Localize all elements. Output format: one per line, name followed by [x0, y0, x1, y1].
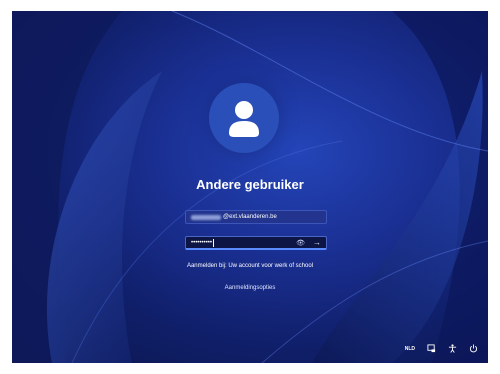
email-domain: @ext.vlaanderen.be	[223, 214, 277, 220]
accessibility-icon[interactable]	[448, 344, 457, 353]
user-avatar	[209, 83, 279, 153]
arrow-right-icon[interactable]: →	[313, 238, 321, 247]
person-icon	[229, 101, 259, 137]
signin-hint: Aanmelden bij: Uw account voor werk of s…	[186, 263, 314, 269]
user-display-name: Andere gebruiker	[196, 177, 304, 192]
eye-icon[interactable]: 👁	[296, 239, 305, 247]
password-mask: ••••••••••	[191, 239, 213, 246]
language-indicator[interactable]: NLD	[405, 346, 415, 352]
text-caret	[213, 238, 215, 247]
network-icon[interactable]	[427, 344, 436, 353]
sign-in-options-link[interactable]: Aanmeldingsopties	[152, 285, 348, 291]
power-icon[interactable]	[469, 344, 478, 353]
system-tray: NLD	[405, 344, 478, 353]
password-field[interactable]: •••••••••• 👁 →	[185, 236, 327, 250]
email-field[interactable]: @ext.vlaanderen.be	[185, 210, 327, 224]
redacted-username	[191, 214, 221, 220]
lock-screen: Andere gebruiker @ext.vlaanderen.be ••••…	[12, 11, 488, 363]
